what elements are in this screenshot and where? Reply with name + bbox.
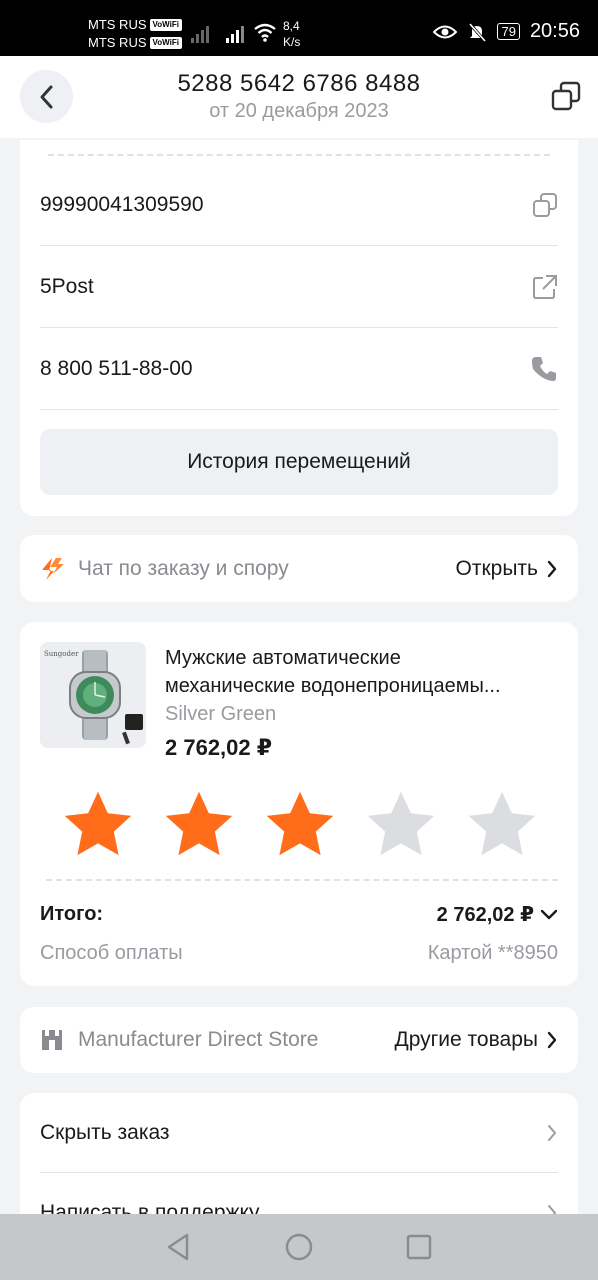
order-date: от 20 декабря 2023 bbox=[209, 100, 389, 122]
order-header: 5288 5642 6786 8488 от 20 декабря 2023 bbox=[0, 56, 598, 138]
copy-icon bbox=[551, 81, 581, 111]
product-title[interactable]: Мужские автоматические механические водо… bbox=[165, 644, 560, 700]
signal-icon bbox=[226, 26, 244, 43]
product-image[interactable]: Sungoder bbox=[40, 642, 146, 748]
star-icon[interactable] bbox=[262, 787, 338, 863]
wifi-icon bbox=[254, 23, 276, 42]
total-row[interactable]: Итого: 2 762,02 ₽ bbox=[40, 902, 558, 927]
svg-text:Sungoder: Sungoder bbox=[44, 650, 79, 658]
copy-tracking-button[interactable] bbox=[532, 192, 558, 218]
system-nav-bar bbox=[0, 1214, 598, 1280]
product-title-line: механические водонепроницаемы... bbox=[165, 675, 501, 697]
tracking-number-row[interactable]: 99990041309590 bbox=[40, 164, 558, 246]
star-icon[interactable] bbox=[60, 787, 136, 863]
net-speed: 8,4 K/s bbox=[283, 18, 300, 50]
vowifi-badge: VoWiFi bbox=[149, 37, 182, 49]
watch-image: Sungoder bbox=[40, 642, 146, 748]
signal-icon bbox=[191, 26, 209, 43]
hide-order-item[interactable]: Скрыть заказ bbox=[40, 1093, 558, 1173]
product-card: Sungoder Мужские автоматические механиче… bbox=[20, 622, 578, 986]
chevron-right-icon bbox=[547, 560, 557, 577]
copy-icon bbox=[533, 192, 557, 217]
open-chat-button[interactable]: Открыть bbox=[456, 557, 558, 581]
total-value: 2 762,02 ₽ bbox=[436, 904, 534, 926]
rating-stars[interactable] bbox=[60, 787, 540, 863]
carrier-name: MTS RUS bbox=[88, 35, 147, 50]
vowifi-badge: VoWiFi bbox=[149, 19, 182, 31]
star-icon[interactable] bbox=[161, 787, 237, 863]
product-price: 2 762,02 ₽ bbox=[165, 735, 273, 760]
divider bbox=[46, 879, 558, 881]
carrier-name: MTS RUS bbox=[88, 17, 147, 32]
store-icon bbox=[42, 1030, 62, 1050]
nav-home-icon[interactable] bbox=[284, 1232, 314, 1262]
carrier-phone: 8 800 511-88-00 bbox=[40, 356, 193, 380]
lightning-icon bbox=[42, 557, 64, 580]
open-carrier-link[interactable] bbox=[532, 274, 558, 300]
product-variant: Silver Green bbox=[165, 703, 277, 725]
store-card[interactable]: Manufacturer Direct Store Другие товары bbox=[20, 1007, 578, 1073]
divider bbox=[48, 154, 550, 156]
other-products-button[interactable]: Другие товары bbox=[394, 1028, 558, 1052]
nav-recents-icon[interactable] bbox=[405, 1233, 433, 1261]
phone-icon bbox=[532, 356, 556, 381]
carrier-info: MTS RUS VoWiFi MTS RUS VoWiFi bbox=[88, 16, 182, 52]
net-speed-value: 8,4 bbox=[283, 19, 300, 33]
net-speed-unit: K/s bbox=[283, 35, 301, 49]
chat-label: Чат по заказу и спору bbox=[78, 556, 289, 580]
chat-card[interactable]: Чат по заказу и спору Открыть bbox=[20, 535, 578, 602]
tracking-card: 99990041309590 5Post 8 800 511-88-00 Ист… bbox=[20, 140, 578, 516]
chevron-right-icon bbox=[548, 1124, 556, 1141]
tracking-number: 99990041309590 bbox=[40, 192, 204, 216]
nav-back-icon[interactable] bbox=[165, 1232, 193, 1262]
open-chat-label: Открыть bbox=[455, 556, 538, 580]
menu-item-label: Скрыть заказ bbox=[40, 1120, 170, 1144]
order-number: 5288 5642 6786 8488 bbox=[177, 70, 421, 97]
store-name: Manufacturer Direct Store bbox=[78, 1028, 319, 1051]
eye-icon bbox=[433, 25, 458, 38]
carrier-row[interactable]: 5Post bbox=[40, 246, 558, 328]
battery-indicator: 79 bbox=[497, 23, 520, 40]
external-link-icon bbox=[533, 274, 557, 299]
clock: 20:56 bbox=[529, 20, 580, 42]
product-title-line: Мужские автоматические bbox=[165, 647, 401, 669]
history-button[interactable]: История перемещений bbox=[40, 429, 558, 495]
carrier-name: 5Post bbox=[40, 274, 94, 298]
payment-value: Картой **8950 bbox=[427, 942, 558, 964]
total-label: Итого: bbox=[40, 903, 104, 925]
payment-label: Способ оплаты bbox=[40, 942, 183, 964]
copy-order-button[interactable] bbox=[550, 80, 582, 117]
chevron-right-icon bbox=[547, 1031, 557, 1049]
phone-row[interactable]: 8 800 511-88-00 bbox=[40, 328, 558, 410]
star-icon[interactable] bbox=[363, 787, 439, 863]
call-button[interactable] bbox=[530, 355, 558, 383]
other-products-label: Другие товары bbox=[394, 1028, 538, 1051]
payment-row: Способ оплаты Картой **8950 bbox=[40, 942, 558, 965]
mute-bell-icon bbox=[469, 22, 487, 42]
star-icon[interactable] bbox=[464, 787, 540, 863]
chevron-down-icon[interactable] bbox=[540, 909, 558, 921]
status-bar: MTS RUS VoWiFi MTS RUS VoWiFi 8,4 K/s 79 2… bbox=[0, 0, 598, 56]
